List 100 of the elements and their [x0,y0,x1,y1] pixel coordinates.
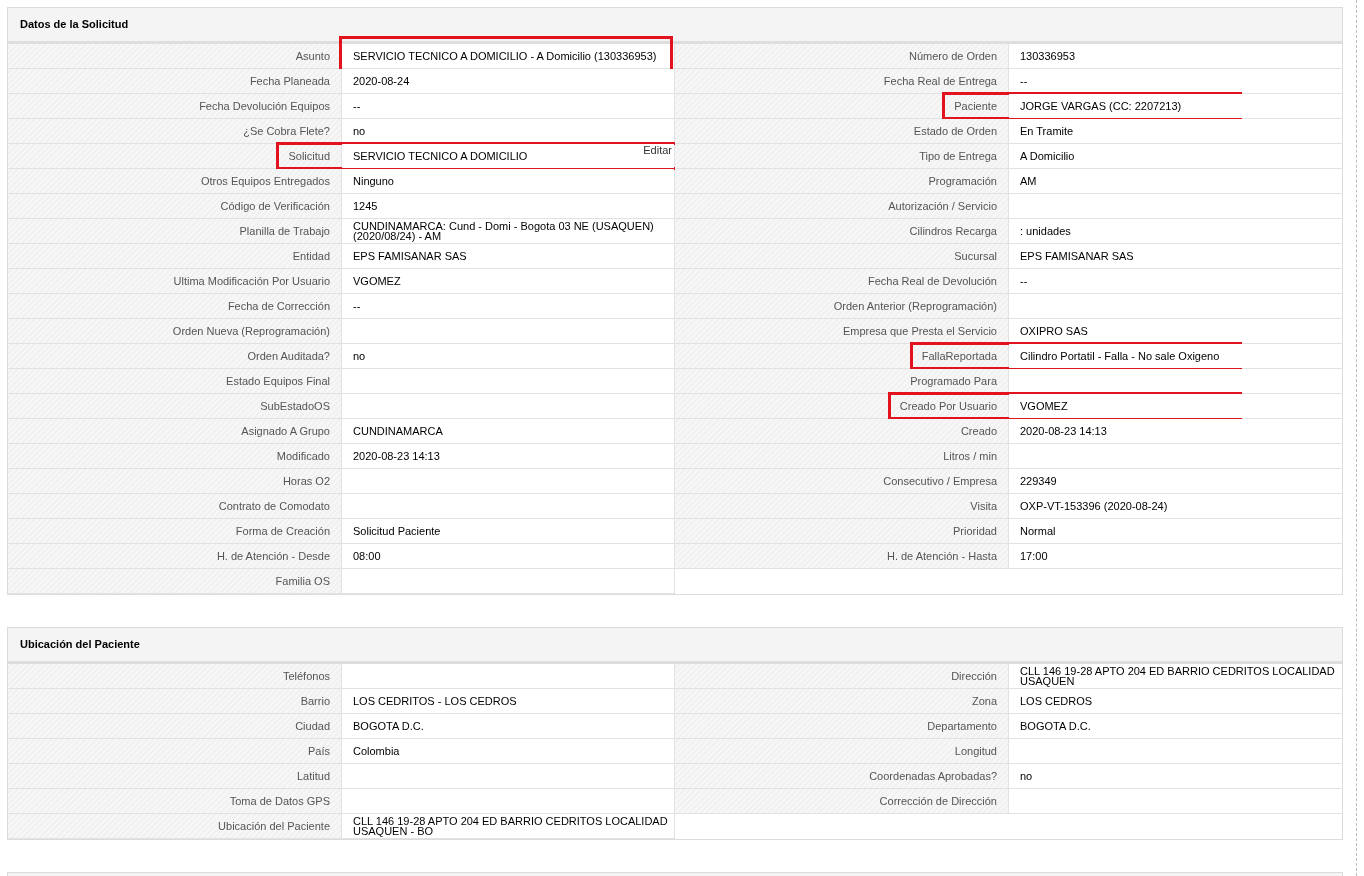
field-value: : unidades [1020,226,1071,236]
field-label: Familia OS [275,574,330,587]
field-value: Cilindro Portatil - Falla - No sale Oxigeno [1020,351,1220,361]
field-label: Entidad [292,249,330,262]
field-value: Solicitud Paciente [353,526,441,536]
field-value: no [353,126,366,136]
field-value: 08:00 [353,551,381,561]
field-label: Horas O2 [282,474,330,487]
field-value: -- [353,301,361,311]
field-label: Toma de Datos GPS [229,794,330,807]
field-value: En Tramite [1020,126,1074,136]
field-label: Programado Para [910,374,997,387]
field-label: Orden Nueva (Reprogramación) [172,324,330,337]
field-value: -- [1020,76,1028,86]
field-label: Coordenadas Aprobadas? [869,769,997,782]
field-label: Empresa que Presta el Servicio [842,324,997,337]
field-value: BOGOTA D.C. [1020,721,1091,731]
field-label: Solicitud [288,149,330,162]
field-value: CLL 146 19-28 APTO 204 ED BARRIO CEDRITOS LOCALIDAD USAQUEN [1020,666,1336,686]
edit-link[interactable]: Editar [643,145,672,155]
field-value: CUNDINAMARCA [353,426,443,436]
field-value: VGOMEZ [1020,401,1068,411]
field-label: H. de Atención - Desde [216,549,330,562]
field-label: Asunto [295,49,330,62]
field-label: FallaReportada [921,349,997,362]
field-value: AM [1020,176,1037,186]
field-label: Prioridad [952,524,997,537]
field-value: 2020-08-23 14:13 [353,451,440,461]
field-value: CUNDINAMARCA: Cund - Domi - Bogota 03 NE (USAQUEN) (2020/08/24) - AM [353,221,655,241]
field-label: Ubicación del Paciente [218,819,330,832]
field-label: Zona [971,694,997,707]
field-value: VGOMEZ [353,276,401,286]
field-label: Planilla de Trabajo [239,224,330,237]
section-header: Datos de la Solicitud [8,8,1342,44]
field-value: CLL 146 19-28 APTO 204 ED BARRIO CEDRITOS LOCALIDAD USAQUEN - BO [353,816,669,836]
field-label: Ciudad [295,719,330,732]
field-label: Ultima Modificación Por Usuario [173,274,330,287]
field-label: Teléfonos [282,669,330,682]
field-label: Sucursal [954,249,997,262]
field-value: 2020-08-24 [353,76,410,86]
field-label: Número de Orden [908,49,997,62]
field-label: Forma de Creación [235,524,330,537]
field-label: Otros Equipos Entregados [200,174,330,187]
field-label: Tipo de Entrega [919,149,997,162]
field-value: 130336953 [1020,51,1076,61]
field-value: 229349 [1020,476,1057,486]
field-value: no [353,351,366,361]
field-value: 17:00 [1020,551,1048,561]
field-value: EPS FAMISANAR SAS [1020,251,1134,261]
field-label: Latitud [296,769,330,782]
field-value: -- [353,101,361,111]
field-value: 2020-08-23 14:13 [1020,426,1107,436]
field-label: Orden Auditada? [247,349,330,362]
field-label: Consecutivo / Empresa [883,474,997,487]
field-label: Litros / min [943,449,997,462]
field-label: Longitud [954,744,997,757]
field-value: -- [1020,276,1028,286]
field-label: Estado Equipos Final [226,374,330,387]
field-label: Creado [960,424,997,437]
field-label: Barrio [300,694,330,707]
field-label: Modificado [276,449,330,462]
field-label: Contrato de Comodato [218,499,330,512]
field-label: Creado Por Usuario [899,399,997,412]
field-label: Fecha Planeada [249,74,330,87]
field-value: Ninguno [353,176,394,186]
field-label: Fecha Devolución Equipos [199,99,330,112]
field-value: SERVICIO TECNICO A DOMICILIO - A Domicilio (130336953) [353,51,657,61]
field-value: LOS CEDROS [1020,696,1093,706]
field-label: Estado de Orden [913,124,997,137]
field-label: Paciente [954,99,997,112]
field-value: LOS CEDRITOS - LOS CEDROS [353,696,517,706]
field-value: Colombia [353,746,400,756]
field-value: EPS FAMISANAR SAS [353,251,467,261]
field-label: Orden Anterior (Reprogramación) [833,299,997,312]
field-label: H. de Atención - Hasta [886,549,997,562]
field-value: OXP-VT-153396 (2020-08-24) [1020,501,1168,511]
field-label: País [308,744,330,757]
field-label: Corrección de Dirección [879,794,997,807]
field-value: OXIPRO SAS [1020,326,1088,336]
field-value: 1245 [353,201,378,211]
field-value: no [1020,771,1033,781]
field-label: Autorización / Servicio [888,199,997,212]
field-label: Departamento [927,719,997,732]
field-label: Fecha Real de Devolución [867,274,997,287]
field-value: A Domicilio [1020,151,1075,161]
field-label: ¿Se Cobra Flete? [243,124,330,137]
field-value: JORGE VARGAS (CC: 2207213) [1020,101,1182,111]
field-label: Dirección [951,669,997,682]
field-label: Cilindros Recarga [909,224,997,237]
field-label: Visita [970,499,997,512]
field-value: Normal [1020,526,1056,536]
field-label: Programación [928,174,997,187]
field-label: Asignado A Grupo [241,424,330,437]
field-value: BOGOTA D.C. [353,721,424,731]
section-header: Ubicación del Paciente [8,628,1342,664]
field-label: SubEstadoOS [260,399,330,412]
field-label: Fecha Real de Entrega [883,74,997,87]
field-label: Código de Verificación [220,199,330,212]
field-label: Fecha de Corrección [227,299,330,312]
field-value: SERVICIO TECNICO A DOMICILIO [353,151,528,161]
